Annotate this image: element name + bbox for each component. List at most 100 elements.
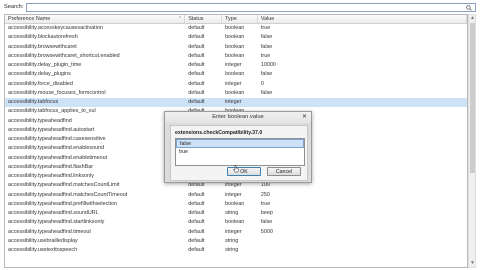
type-cell: integer <box>225 80 242 87</box>
preference-name-cell: accessibility.usetexttospeech <box>8 247 78 253</box>
hand-cursor-icon <box>233 165 239 173</box>
dialog-titlebar[interactable]: Enter boolean value ✕ <box>165 112 311 123</box>
column-header-type[interactable]: Type <box>222 15 258 24</box>
value-cell: 5000 <box>260 228 273 235</box>
preference-name-cell: accessibility.typeaheadfind <box>8 117 72 124</box>
table-row[interactable]: accessibility.typeaheadfind.prefillwiths… <box>5 200 467 209</box>
scroll-up-arrow-icon[interactable]: ▲ <box>470 16 475 21</box>
vertical-scrollbar[interactable]: ▲ ▼ <box>468 14 476 268</box>
value-cell: false <box>260 89 273 96</box>
status-cell: default <box>188 228 205 235</box>
type-cell: boolean <box>225 200 245 207</box>
sort-column-icon: ⌃ <box>178 16 183 22</box>
preference-name-cell: accessibility.typeaheadfind.startlinkson… <box>8 219 105 226</box>
type-cell: boolean <box>225 89 245 96</box>
table-row[interactable]: accessibility.force_disabled default integ… <box>5 80 467 89</box>
table-row[interactable]: accessibility.typeaheadfind.soundURL defa… <box>5 209 467 218</box>
boolean-option[interactable]: false <box>176 139 304 148</box>
preference-name-cell: accessibility.typeaheadfind.flashBar <box>8 163 93 170</box>
preference-name-cell: accessibility.tabfocus <box>8 99 59 105</box>
value-cell: false <box>260 43 273 50</box>
status-cell: default <box>188 210 205 216</box>
column-header-status[interactable]: Status <box>185 15 223 24</box>
preference-name-cell: accessibility.mouse_focuses_formcontrol <box>8 89 106 96</box>
table-row[interactable]: accessibility.usebrailledisplay default st… <box>5 237 467 246</box>
status-cell: default <box>188 43 205 50</box>
table-row[interactable]: accessibility.delay_plugin_time default in… <box>5 61 467 70</box>
type-cell: string <box>225 210 239 216</box>
table-row[interactable]: accessibility.browsewithcaret default bool… <box>5 43 467 52</box>
preference-name-cell: accessibility.typeaheadfind.enablesound <box>8 145 105 152</box>
preference-name-cell: accessibility.tabfocus_applies_to_xul <box>8 108 96 115</box>
preference-name-cell: accessibility.typeaheadfind.matchesCount… <box>8 182 120 189</box>
value-cell: false <box>260 71 273 78</box>
column-header-preference-name[interactable]: Preference Name ⌃ <box>5 15 186 24</box>
preference-name-cell: accessibility.typeaheadfind.prefillwiths… <box>8 200 117 207</box>
boolean-option[interactable]: true <box>176 148 304 157</box>
type-cell: integer <box>225 62 242 68</box>
column-header-label: Value <box>260 16 275 22</box>
search-input[interactable] <box>26 2 476 12</box>
type-cell: integer <box>225 191 242 198</box>
preference-name-cell: accessibility.typeaheadfind.autostart <box>8 126 95 133</box>
search-label: Search: <box>4 4 24 10</box>
type-cell: boolean <box>225 43 245 50</box>
value-cell: 10000 <box>260 62 276 68</box>
table-row[interactable]: accessibility.mouse_focuses_formcontrol d… <box>5 89 467 98</box>
table-row[interactable]: accessibility.accesskeycausesactivation d… <box>5 24 467 33</box>
status-cell: default <box>188 71 205 78</box>
status-cell: default <box>188 89 205 96</box>
status-cell: default <box>188 62 205 68</box>
type-cell: boolean <box>225 34 245 41</box>
preference-name-cell: accessibility.delay_plugins <box>8 71 71 78</box>
column-header-label: Status <box>188 16 204 22</box>
type-cell: boolean <box>225 52 245 59</box>
scrollbar-thumb[interactable] <box>470 23 475 173</box>
status-cell: default <box>188 247 205 253</box>
table-row[interactable]: accessibility.typeaheadfind.startlinkson… <box>5 218 467 227</box>
preference-name-cell: accessibility.typeaheadfind.linksonly <box>8 173 94 179</box>
column-header-label: Type <box>225 16 237 22</box>
value-cell: 250 <box>260 191 270 198</box>
status-cell: default <box>188 219 205 226</box>
preference-name-cell: accessibility.force_disabled <box>8 80 73 87</box>
close-icon[interactable]: ✕ <box>300 113 309 121</box>
dialog-body: extensions.checkCompatibility.37.0 false… <box>170 125 308 181</box>
boolean-value-list[interactable]: false true <box>175 138 305 166</box>
value-cell: beep <box>260 210 273 216</box>
preference-name-cell: accessibility.browsewithcaret_shortcut.e… <box>8 52 120 59</box>
status-cell: default <box>188 52 205 59</box>
value-cell: true <box>260 200 271 207</box>
table-row[interactable]: accessibility.typeaheadfind.matchesCount… <box>5 191 467 200</box>
preference-name-cell: accessibility.typeaheadfind.timeout <box>8 228 91 235</box>
type-cell: string <box>225 237 239 244</box>
table-row[interactable]: accessibility.browsewithcaret_shortcut.e… <box>5 52 467 61</box>
table-row[interactable]: accessibility.tabfocus default integer <box>5 98 467 108</box>
preference-name-cell: accessibility.typeaheadfind.matchesCount… <box>8 191 128 198</box>
search-bar: Search: <box>4 2 476 12</box>
status-cell: default <box>188 80 205 87</box>
cancel-button[interactable]: Cancel <box>267 167 301 176</box>
preference-name-cell: accessibility.typeaheadfind.casesensitiv… <box>8 136 106 142</box>
column-header-value[interactable]: Value <box>258 15 467 24</box>
value-cell <box>258 246 467 255</box>
preference-name-cell: accessibility.browsewithcaret <box>8 43 77 50</box>
value-cell <box>258 98 467 107</box>
table-row[interactable]: accessibility.delay_plugins default boolea… <box>5 70 467 79</box>
table-row[interactable]: accessibility.typeaheadfind.timeout defau… <box>5 228 467 237</box>
type-cell: string <box>225 247 239 253</box>
value-cell: true <box>260 52 271 59</box>
status-cell: default <box>188 191 205 198</box>
preference-name-cell: accessibility.usebrailledisplay <box>8 237 78 244</box>
preference-name-cell: accessibility.typeaheadfind.soundURL <box>8 210 99 216</box>
value-cell: false <box>260 219 273 226</box>
table-header: Preference Name ⌃ Status Type Value <box>5 15 467 24</box>
search-icon[interactable] <box>466 4 472 11</box>
preference-name-cell: accessibility.delay_plugin_time <box>8 62 82 68</box>
table-row[interactable]: accessibility.blockautorefresh default boo… <box>5 33 467 42</box>
preference-name-cell: accessibility.accesskeycausesactivation <box>8 25 103 31</box>
table-row[interactable]: accessibility.usetexttospeech default stri… <box>5 246 467 255</box>
type-cell: boolean <box>225 25 245 31</box>
scroll-down-arrow-icon[interactable]: ▼ <box>470 261 475 266</box>
status-cell: default <box>188 200 205 207</box>
